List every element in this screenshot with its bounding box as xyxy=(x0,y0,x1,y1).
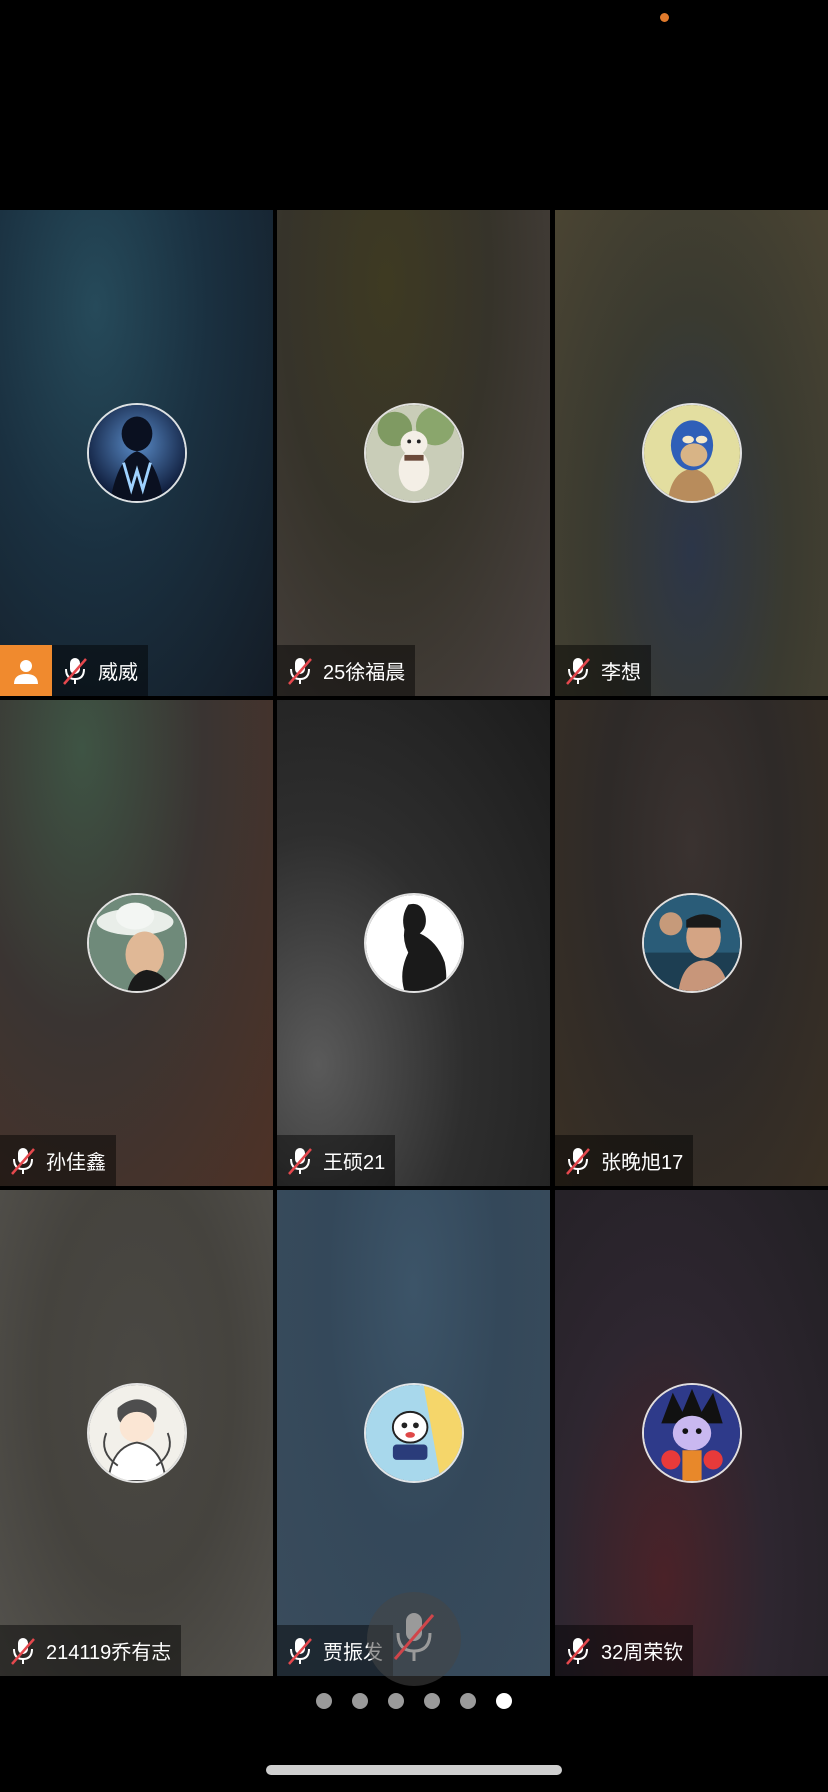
name-tag: 威威 xyxy=(0,645,148,696)
host-icon xyxy=(0,645,52,696)
page-dot[interactable] xyxy=(460,1693,476,1709)
mic-muted-icon xyxy=(555,645,601,696)
participant-tile[interactable]: 威威 xyxy=(0,210,273,696)
mic-muted-icon xyxy=(277,645,323,696)
participant-name: 张晚旭17 xyxy=(601,1152,684,1174)
cartoon-kid-avatar xyxy=(363,1383,464,1483)
dog-avatar xyxy=(363,403,464,503)
alan-walker-avatar xyxy=(86,403,187,503)
mic-muted-icon xyxy=(52,645,98,696)
mic-muted-icon xyxy=(391,1609,437,1670)
participant-name: 214119乔有志 xyxy=(46,1642,172,1664)
mic-muted-icon xyxy=(555,1135,601,1186)
name-tag: 孙佳鑫 xyxy=(0,1135,116,1186)
mic-muted-icon xyxy=(0,1135,46,1186)
cowboy-hat-avatar xyxy=(86,893,187,993)
participant-grid: 威威 25徐福晨 李想 孙佳鑫 王硕21 张晚旭17 214119乔有志 贾振发… xyxy=(0,210,828,1676)
name-tag: 25徐福晨 xyxy=(277,645,416,696)
mic-muted-icon xyxy=(0,1625,46,1676)
name-tag: 王硕21 xyxy=(277,1135,396,1186)
page-dot[interactable] xyxy=(316,1693,332,1709)
page-dot-active[interactable] xyxy=(496,1693,512,1709)
mic-muted-icon xyxy=(277,1625,323,1676)
mic-muted-icon xyxy=(555,1625,601,1676)
meeting-screen: 威威 25徐福晨 李想 孙佳鑫 王硕21 张晚旭17 214119乔有志 贾振发… xyxy=(0,0,828,1792)
name-tag: 32周荣钦 xyxy=(555,1625,694,1676)
participant-name: 李想 xyxy=(601,662,641,684)
participant-tile[interactable]: 李想 xyxy=(555,210,828,696)
participant-tile[interactable]: 32周荣钦 xyxy=(555,1190,828,1676)
participant-name: 32周荣钦 xyxy=(601,1642,684,1664)
participant-name: 25徐福晨 xyxy=(323,662,406,684)
participant-name: 孙佳鑫 xyxy=(46,1152,106,1174)
ape-avatar xyxy=(641,403,742,503)
privacy-indicator-dot xyxy=(660,13,669,22)
participant-tile[interactable]: 25徐福晨 xyxy=(277,210,550,696)
page-indicator[interactable] xyxy=(0,1693,828,1709)
participant-tile[interactable]: 214119乔有志 xyxy=(0,1190,273,1676)
goku-avatar xyxy=(641,1383,742,1483)
mic-muted-icon xyxy=(277,1135,323,1186)
name-tag: 张晚旭17 xyxy=(555,1135,694,1186)
participant-tile[interactable]: 王硕21 xyxy=(277,700,550,1186)
mic-toggle-button[interactable] xyxy=(367,1592,461,1686)
name-tag: 214119乔有志 xyxy=(0,1625,182,1676)
participant-name: 王硕21 xyxy=(323,1152,386,1174)
page-dot[interactable] xyxy=(352,1693,368,1709)
cartoon-hug-avatar xyxy=(86,1383,187,1483)
silhouette-avatar xyxy=(363,893,464,993)
participant-tile[interactable]: 孙佳鑫 xyxy=(0,700,273,1186)
home-indicator[interactable] xyxy=(266,1765,562,1775)
page-dot[interactable] xyxy=(424,1693,440,1709)
name-tag: 李想 xyxy=(555,645,651,696)
pool-photo-avatar xyxy=(641,893,742,993)
page-dot[interactable] xyxy=(388,1693,404,1709)
participant-name: 威威 xyxy=(98,662,138,684)
participant-tile[interactable]: 张晚旭17 xyxy=(555,700,828,1186)
